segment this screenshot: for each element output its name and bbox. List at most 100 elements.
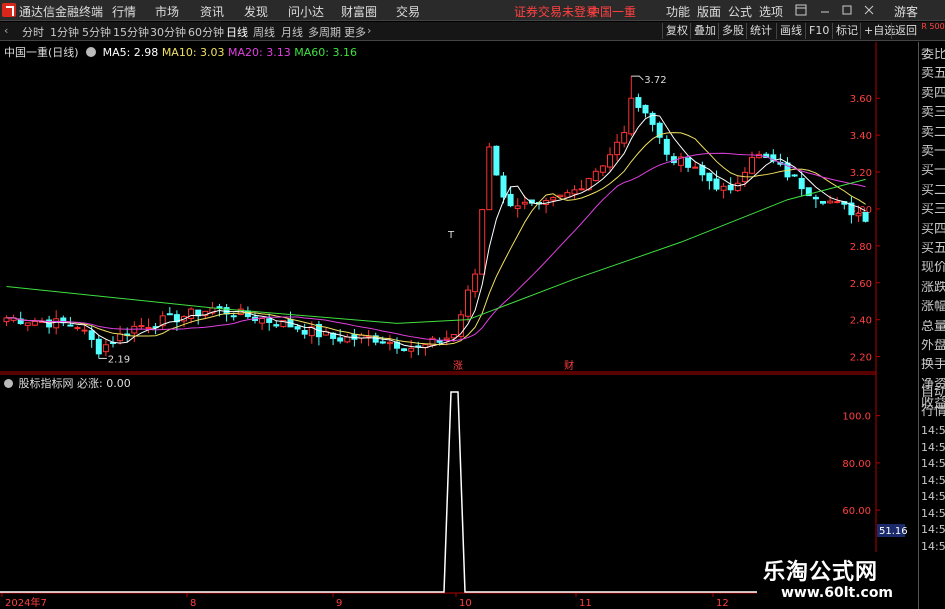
candle xyxy=(81,329,88,332)
settings-dot-icon[interactable] xyxy=(86,47,97,57)
candle xyxy=(685,157,692,168)
app-title: 通达信金融终端 xyxy=(19,5,104,19)
ind-tick-label: 60.00 xyxy=(842,506,871,517)
sidebar-label-6: 买一 xyxy=(921,164,945,179)
period-toolbar: ‹ 分时 1分钟 5分钟 15分钟 30分钟 60分钟 日线 周线 月线 多周期… xyxy=(0,22,945,41)
more-chevron-icon[interactable]: › xyxy=(367,24,371,37)
candle xyxy=(401,348,408,352)
menu-options[interactable]: 选项 xyxy=(759,3,783,20)
trading-terminal: 通达信金融终端 行情 市场 资讯 发现 问小达 财富圈 交易 证券交易未登录 中… xyxy=(0,0,945,609)
ma-line-60 xyxy=(6,178,866,324)
sidebar-tab-0[interactable]: 自动 xyxy=(921,386,945,400)
menu-ask[interactable]: 问小达 xyxy=(288,3,324,20)
high-label: 3.72 xyxy=(644,75,666,86)
period-multi[interactable]: 多周期 xyxy=(308,24,341,40)
candle xyxy=(727,184,734,191)
btn-mark[interactable]: 标记 xyxy=(832,23,861,39)
sidebar-label-0: 委比 xyxy=(921,48,945,62)
period-intraday[interactable]: 分时 xyxy=(22,24,44,40)
candle xyxy=(259,318,266,324)
candle xyxy=(138,325,145,328)
ma60-label: MA60: 3.16 xyxy=(294,46,357,59)
candle xyxy=(294,326,301,330)
ma5-label: MA5: 2.98 xyxy=(102,46,159,59)
btn-f10[interactable]: F10 xyxy=(805,23,832,39)
btn-back[interactable]: 返回 xyxy=(891,23,920,39)
candle xyxy=(578,188,585,191)
current-stock: 中国一重 xyxy=(588,5,637,19)
candle xyxy=(443,337,450,341)
btn-stats[interactable]: 统计 xyxy=(746,23,775,39)
login-status[interactable]: 证券交易未登录 xyxy=(514,3,598,20)
maximize-icon[interactable] xyxy=(841,4,853,16)
period-30min[interactable]: 30分钟 xyxy=(150,24,186,40)
tick-time: 14:56 xyxy=(921,490,945,503)
tick-time: 14:56 xyxy=(921,506,945,520)
candle xyxy=(95,338,102,355)
sidebar-label-8: 买三 xyxy=(921,203,945,218)
x-tick-label: 11 xyxy=(579,598,592,609)
sidebar-label-12: 涨跌 xyxy=(921,280,945,295)
low-label: 2.19 xyxy=(108,354,130,365)
btn-overlay[interactable]: 叠加 xyxy=(690,23,719,39)
period-1min[interactable]: 1分钟 xyxy=(50,24,79,40)
menu-quote[interactable]: 行情 xyxy=(112,3,136,20)
y-tick-label: 2.20 xyxy=(850,353,872,364)
close-icon[interactable] xyxy=(863,4,875,16)
sidebar-label-1: 卖五 xyxy=(921,67,945,82)
tick-time: 14:56 xyxy=(921,440,945,454)
window-mode-icon[interactable] xyxy=(795,4,807,16)
ma20-label: MA20: 3.13 xyxy=(228,46,291,59)
btn-multistock[interactable]: 多股 xyxy=(718,23,747,39)
period-15min[interactable]: 15分钟 xyxy=(113,24,149,40)
candle xyxy=(166,313,173,316)
event-marker-up: 涨 xyxy=(453,360,463,372)
period-60min[interactable]: 60分钟 xyxy=(188,24,224,40)
menu-function[interactable]: 功能 xyxy=(666,3,690,20)
candle xyxy=(117,333,124,342)
period-weekly[interactable]: 周线 xyxy=(253,24,275,40)
x-tick-label: 8 xyxy=(190,598,196,609)
candle xyxy=(493,145,500,176)
menu-layout[interactable]: 版面 xyxy=(697,3,721,20)
sidebar-label-7: 买二 xyxy=(921,183,945,198)
period-more[interactable]: 更多 xyxy=(344,24,366,40)
candle xyxy=(621,131,628,144)
watermark-url: www.60lt.com xyxy=(781,585,894,601)
candle xyxy=(53,318,60,329)
candle xyxy=(67,324,74,327)
main-chart-header: 中国一重(日线) MA5: 2.98 MA10: 3.03 MA20: 3.13… xyxy=(4,44,357,60)
ind-tick-label: 80.00 xyxy=(842,459,871,470)
menu-wealth[interactable]: 财富圈 xyxy=(341,3,377,20)
menu-trade[interactable]: 交易 xyxy=(396,3,420,20)
period-5min[interactable]: 5分钟 xyxy=(82,24,111,40)
chart-area[interactable]: 3.603.403.203.002.802.602.402.20100.080.… xyxy=(0,42,918,609)
menu-market[interactable]: 市场 xyxy=(155,3,179,20)
guest-label[interactable]: 游客 xyxy=(894,3,918,20)
candle xyxy=(798,177,805,190)
menu-formula[interactable]: 公式 xyxy=(728,3,752,20)
current-value-label: 51.16 xyxy=(879,526,908,537)
period-left-arrow-icon[interactable]: ‹ xyxy=(4,24,8,37)
candle xyxy=(301,329,308,335)
candle xyxy=(571,189,578,195)
sidebar-label-14: 总量 xyxy=(921,319,945,334)
indicator-settings-icon[interactable] xyxy=(4,379,13,388)
candle xyxy=(472,273,479,293)
sidebar-tab-1[interactable]: 行情 xyxy=(921,405,945,419)
minimize-icon[interactable] xyxy=(819,4,831,16)
btn-draw[interactable]: 画线 xyxy=(776,23,805,39)
candle xyxy=(614,141,621,156)
candle xyxy=(145,326,152,329)
candle xyxy=(24,322,31,326)
tick-time: 14:56 xyxy=(921,424,945,437)
period-monthly[interactable]: 月线 xyxy=(281,24,303,40)
tick-time: 14:56 xyxy=(921,523,945,536)
btn-adjust[interactable]: 复权 xyxy=(662,23,691,39)
candle xyxy=(507,193,514,207)
menu-discover[interactable]: 发现 xyxy=(244,3,268,20)
menu-news[interactable]: 资讯 xyxy=(200,3,224,20)
period-daily[interactable]: 日线 xyxy=(226,24,248,40)
sidebar-label-11: 现价 xyxy=(921,261,945,276)
corner-badge: R 500 xyxy=(921,22,945,31)
